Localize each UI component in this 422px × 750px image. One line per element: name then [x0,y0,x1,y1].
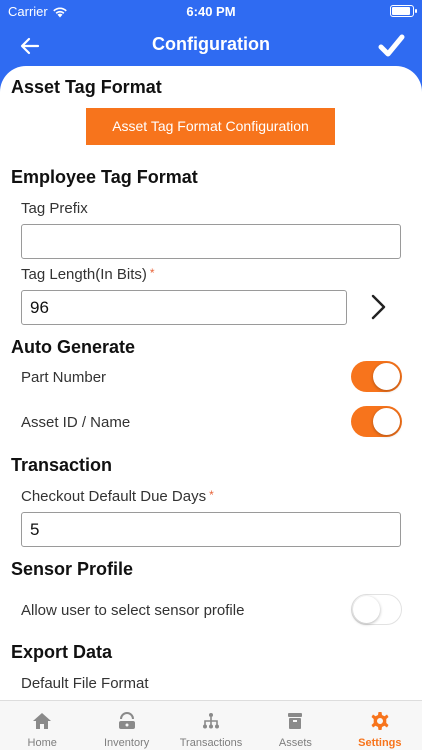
tag-prefix-input[interactable] [21,224,401,259]
tag-length-label: Tag Length(In Bits) * [21,266,155,283]
home-icon [33,713,52,729]
configuration-form: Asset Tag Format Asset Tag Format Config… [0,66,422,700]
default-file-format-label: Default File Format [21,675,149,692]
section-title-auto-generate: Auto Generate [11,337,136,357]
status-bar: Carrier 6:40 PM [0,0,422,24]
asset-id-name-toggle[interactable] [351,406,402,437]
sensor-profile-toggle[interactable] [351,594,402,625]
tab-home[interactable]: Home [0,701,84,750]
tab-settings[interactable]: Settings [338,701,422,750]
tab-bar: Home Inventory Transactions Assets Setti… [0,700,422,750]
part-number-toggle[interactable] [351,361,402,392]
tag-length-input[interactable]: 96 [21,290,347,325]
tab-inventory[interactable]: Inventory [84,701,168,750]
tag-prefix-label: Tag Prefix [21,200,88,217]
tab-assets[interactable]: Assets [253,701,337,750]
battery-icon [390,5,417,17]
status-time: 6:40 PM [186,4,236,19]
section-title-export-data: Export Data [11,642,113,662]
section-title-transaction: Transaction [11,455,113,475]
save-check-icon[interactable] [374,29,408,63]
assets-icon [288,713,303,729]
required-marker: * [209,488,214,502]
asset-id-name-label: Asset ID / Name [21,414,131,431]
required-marker: * [149,266,155,280]
checkout-due-days-label: Checkout Default Due Days * [21,488,214,505]
chevron-right-icon[interactable] [366,292,390,322]
part-number-label: Part Number [21,369,107,386]
section-title-asset-tag: Asset Tag Format [11,77,162,97]
navigation-bar: Configuration [0,24,422,68]
tab-transactions[interactable]: Transactions [169,701,253,750]
inventory-icon [118,712,135,729]
section-title-employee-tag: Employee Tag Format [11,167,198,187]
settings-icon [371,712,389,730]
asset-tag-format-configuration-button[interactable]: Asset Tag Format Configuration [86,108,335,145]
page-title: Configuration [152,34,270,54]
section-title-sensor-profile: Sensor Profile [11,559,134,579]
sensor-profile-label: Allow user to select sensor profile [21,602,245,619]
checkout-due-days-input[interactable]: 5 [21,512,401,547]
transactions-icon [203,713,220,729]
